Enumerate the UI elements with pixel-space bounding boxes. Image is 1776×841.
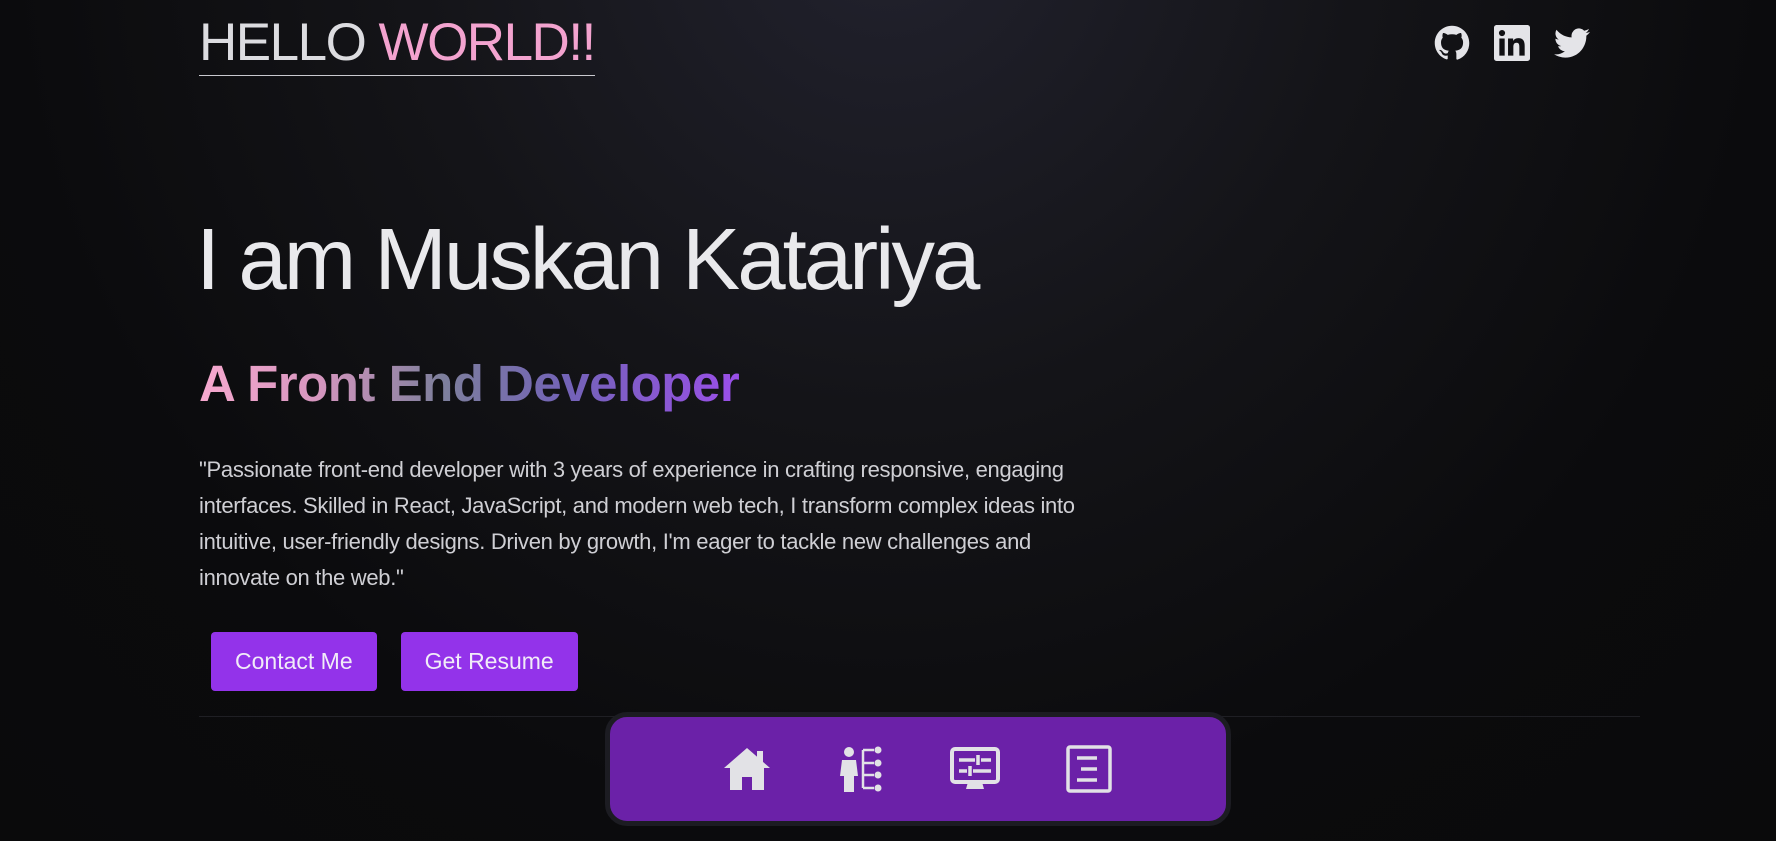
projects-icon	[950, 747, 1000, 789]
contact-me-button[interactable]: Contact Me	[211, 632, 377, 691]
hero-actions: Contact Me Get Resume	[211, 632, 578, 691]
dock-item-home[interactable]	[718, 740, 776, 798]
dock-item-projects[interactable]	[946, 740, 1004, 798]
hero-bio: "Passionate front-end developer with 3 y…	[199, 457, 1075, 590]
site-logo[interactable]: HELLO WORLD!!	[199, 13, 597, 76]
hero-role: A Front End Developer	[199, 352, 740, 416]
twitter-icon	[1554, 28, 1590, 58]
logo-text-world: WORLD!!	[378, 13, 597, 72]
get-resume-button[interactable]: Get Resume	[400, 632, 578, 691]
hero-title: I am Muskan Katariya	[196, 211, 980, 308]
dock-item-resume[interactable]	[1060, 740, 1118, 798]
github-icon	[1434, 25, 1470, 60]
github-link[interactable]	[1433, 24, 1471, 62]
skills-icon	[840, 746, 882, 792]
bottom-dock-nav	[605, 712, 1231, 826]
home-icon	[724, 748, 770, 790]
resume-icon	[1066, 745, 1112, 793]
linkedin-link[interactable]	[1493, 24, 1531, 62]
linkedin-icon	[1494, 25, 1530, 61]
twitter-link[interactable]	[1553, 24, 1591, 62]
social-links	[1433, 24, 1591, 62]
logo-text-hello: HELLO	[199, 13, 367, 72]
dock-item-skills[interactable]	[832, 740, 890, 798]
